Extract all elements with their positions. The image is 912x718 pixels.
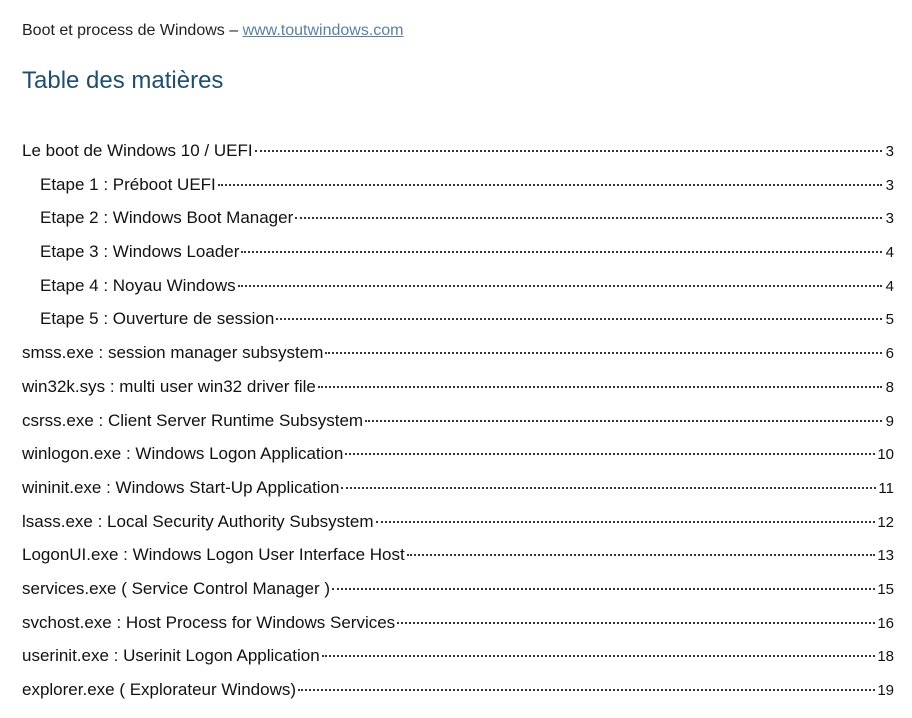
toc-page-number: 3 xyxy=(885,210,894,228)
toc-entry[interactable]: Etape 2 : Windows Boot Manager 3 xyxy=(22,204,894,238)
toc-entry[interactable]: Etape 3 : Windows Loader 4 xyxy=(22,238,894,272)
toc-page-number: 18 xyxy=(877,648,894,666)
toc-entry[interactable]: lsass.exe : Local Security Authority Sub… xyxy=(22,508,894,542)
toc-page-number: 3 xyxy=(885,143,894,160)
toc-dot-leader xyxy=(345,452,876,456)
toc-page-number: 5 xyxy=(885,311,894,329)
toc-dot-leader xyxy=(321,654,876,658)
toc-page-number: 3 xyxy=(885,176,894,194)
toc-entry-title: smss.exe : session manager subsystem xyxy=(22,343,324,363)
toc-entry[interactable]: csrss.exe : Client Server Runtime Subsys… xyxy=(22,407,894,441)
toc-entry[interactable]: wininit.exe : Windows Start-Up Applicati… xyxy=(22,474,894,508)
toc-entry[interactable]: Etape 1 : Préboot UEFI 3 xyxy=(22,171,894,205)
toc-dot-leader xyxy=(397,621,876,624)
toc-entry[interactable]: svchost.exe : Host Process for Windows S… xyxy=(22,609,894,643)
toc-dot-leader xyxy=(217,183,882,186)
toc-entry-title: Etape 1 : Préboot UEFI xyxy=(40,174,216,194)
toc-entry-title: Etape 3 : Windows Loader xyxy=(40,242,240,262)
toc-entry[interactable]: Le boot de Windows 10 / UEFI 3 xyxy=(22,137,894,171)
toc-entry-title: wininit.exe : Windows Start-Up Applicati… xyxy=(22,477,340,497)
toc-entry[interactable]: winlogon.exe : Windows Logon Application… xyxy=(22,440,894,474)
toc-page-number: 6 xyxy=(885,345,894,363)
toc-entry-title: Etape 2 : Windows Boot Manager xyxy=(40,208,294,228)
toc-entry-title: explorer.exe ( Explorateur Windows) xyxy=(22,680,297,699)
toc-dot-leader xyxy=(298,688,876,691)
toc-entry[interactable]: smss.exe : session manager subsystem 6 xyxy=(22,339,894,373)
toc-entry-title: Etape 4 : Noyau Windows xyxy=(40,275,236,295)
toc-page-number: 13 xyxy=(877,547,894,565)
toc-dot-leader xyxy=(254,149,882,152)
toc-entry-title: lsass.exe : Local Security Authority Sub… xyxy=(22,511,374,531)
toc-page-number: 4 xyxy=(885,277,894,295)
toc-dot-leader xyxy=(341,486,877,489)
toc-entry-title: Etape 5 : Ouverture de session xyxy=(40,309,275,329)
toc-page-number: 10 xyxy=(877,446,894,464)
toc-entry[interactable]: Etape 4 : Noyau Windows 4 xyxy=(22,272,894,306)
header-link[interactable]: www.toutwindows.com xyxy=(243,22,404,39)
toc-dot-leader xyxy=(241,250,882,254)
page-header: Boot et process de Windows – www.toutwin… xyxy=(22,21,404,41)
toc-entry[interactable]: win32k.sys : multi user win32 driver fil… xyxy=(22,373,894,407)
toc-dot-leader xyxy=(295,216,882,220)
toc-title: Table des matières xyxy=(22,67,224,94)
toc-dot-leader xyxy=(406,553,876,557)
table-of-contents: Le boot de Windows 10 / UEFI 3 Etape 1 : … xyxy=(22,137,894,710)
toc-dot-leader xyxy=(365,419,882,422)
toc-page-number: 12 xyxy=(877,513,894,531)
toc-entry[interactable]: explorer.exe ( Explorateur Windows) 19 xyxy=(22,676,894,710)
toc-dot-leader xyxy=(317,385,882,388)
toc-page-number: 11 xyxy=(878,479,894,497)
document-page: Boot et process de Windows – www.toutwin… xyxy=(0,0,912,718)
toc-page-number: 15 xyxy=(877,580,894,598)
toc-entry-title: win32k.sys : multi user win32 driver fil… xyxy=(22,376,316,396)
toc-entry-title: Le boot de Windows 10 / UEFI xyxy=(22,141,253,160)
toc-entry-title: LogonUI.exe : Windows Logon User Interfa… xyxy=(22,545,405,565)
toc-page-number: 9 xyxy=(885,412,894,430)
toc-page-number: 16 xyxy=(877,614,894,632)
toc-dot-leader xyxy=(375,520,876,523)
toc-entry-title: csrss.exe : Client Server Runtime Subsys… xyxy=(22,410,364,430)
toc-entry[interactable]: LogonUI.exe : Windows Logon User Interfa… xyxy=(22,541,894,575)
toc-entry[interactable]: userinit.exe : Userinit Logon Applicatio… xyxy=(22,642,894,676)
toc-page-number: 4 xyxy=(885,244,894,262)
header-text: Boot et process de Windows – xyxy=(22,22,243,39)
toc-entry-title: svchost.exe : Host Process for Windows S… xyxy=(22,612,396,632)
toc-entry[interactable]: Etape 5 : Ouverture de session 5 xyxy=(22,305,894,339)
toc-page-number: 19 xyxy=(877,682,894,699)
toc-dot-leader xyxy=(325,351,882,355)
toc-entry-title: userinit.exe : Userinit Logon Applicatio… xyxy=(22,646,320,666)
toc-dot-leader xyxy=(332,587,876,590)
toc-dot-leader xyxy=(276,317,882,321)
toc-entry[interactable]: services.exe ( Service Control Manager )… xyxy=(22,575,894,609)
toc-entry-title: services.exe ( Service Control Manager ) xyxy=(22,578,331,598)
toc-entry-title: winlogon.exe : Windows Logon Application xyxy=(22,444,344,464)
toc-page-number: 8 xyxy=(885,378,894,396)
toc-dot-leader xyxy=(237,284,882,287)
